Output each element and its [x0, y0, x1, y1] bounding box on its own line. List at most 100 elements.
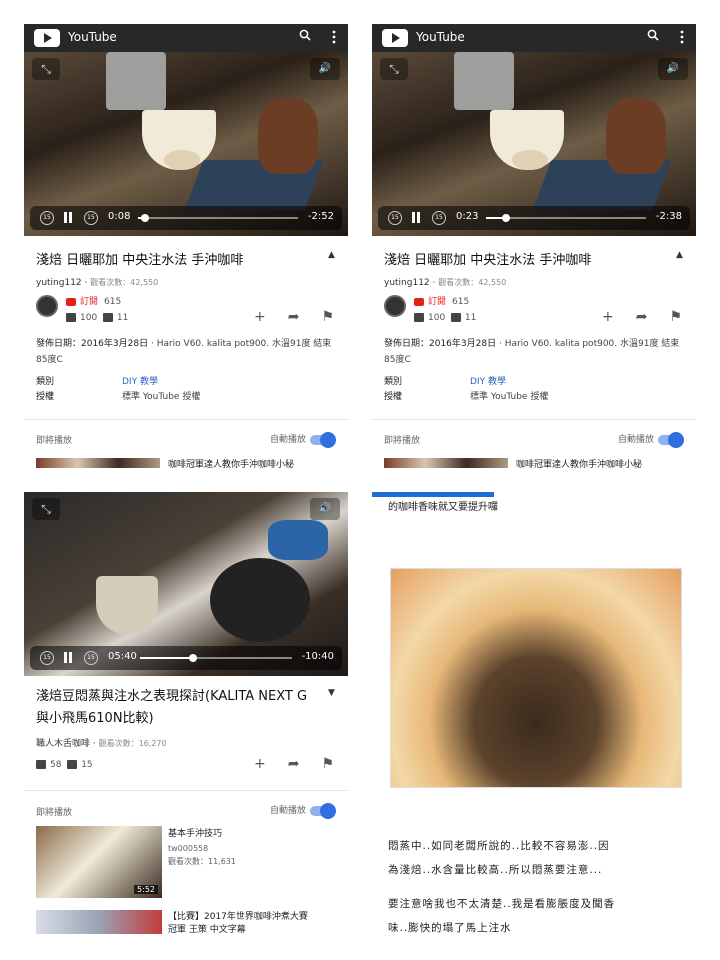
autoplay-toggle[interactable] — [310, 432, 336, 448]
collapse-icon[interactable]: ▲ — [676, 250, 683, 260]
video-frame-grounds — [512, 150, 548, 170]
view-count: 觀看次數：42,550 — [90, 278, 159, 287]
minimize-icon[interactable]: ⤡ — [380, 58, 408, 80]
youtube-small-icon — [414, 297, 424, 306]
next-video-thumbnail[interactable] — [384, 458, 508, 468]
rewind-15-icon[interactable]: 15 — [388, 211, 402, 225]
channel-line: yuting112 · 觀看次數：42,550 — [384, 278, 507, 288]
subscriber-count: 615 — [104, 297, 122, 307]
channel-line: yuting112 · 觀看次數：42,550 — [36, 278, 159, 288]
pause-icon[interactable] — [64, 212, 67, 223]
app-title: YouTube — [68, 30, 117, 44]
related-video-thumbnail[interactable]: 5:52 — [36, 826, 162, 898]
autoplay-toggle[interactable] — [658, 432, 684, 448]
rewind-15-icon[interactable]: 15 — [40, 651, 54, 665]
more-vert-icon[interactable] — [330, 29, 338, 45]
flag-icon[interactable]: ⚑ — [321, 309, 334, 325]
thumbs-down-icon[interactable] — [102, 313, 113, 322]
description: 發佈日期：2016年3月28日 · Hario V60. kalita pot9… — [384, 339, 680, 365]
license-label: 授權 — [36, 392, 55, 402]
avatar[interactable] — [36, 295, 58, 317]
channel-name[interactable]: yuting112 — [36, 278, 82, 288]
youtube-logo-icon[interactable] — [34, 29, 60, 47]
related-video-title-line-1[interactable]: 【比賽】2017年世界咖啡沖煮大賽 — [168, 911, 308, 923]
share-icon[interactable]: ➦ — [636, 309, 648, 325]
search-icon[interactable] — [299, 29, 311, 41]
view-count: 觀看次數：16,270 — [98, 739, 167, 748]
related-video-channel: tw000558 — [168, 844, 209, 853]
time-remaining: -10:40 — [301, 651, 334, 662]
subscribe-button[interactable]: 訂閱 615 — [66, 294, 121, 307]
video-player[interactable]: ⤡ 🔊 15 15 0:23 -2:38 — [372, 52, 696, 236]
minimize-icon[interactable]: ⤡ — [32, 58, 60, 80]
flag-icon[interactable]: ⚑ — [321, 756, 334, 772]
youtube-screen-2: YouTube ⤡ 🔊 15 15 0:23 -2:38 淺焙 日曬耶加 中央注… — [372, 24, 696, 476]
avatar[interactable] — [384, 295, 406, 317]
thumbs-down-icon[interactable] — [67, 760, 78, 769]
add-icon[interactable]: + — [602, 309, 614, 325]
thumbs-up-icon[interactable] — [414, 313, 424, 322]
video-player[interactable]: ⤡ 🔊 15 15 0:08 -2:52 — [24, 52, 348, 236]
youtube-screen-3: ⤡ 🔊 15 15 05:40 -10:40 淺焙豆悶蒸與注水之表現探討(KAL… — [24, 492, 348, 940]
next-video-title[interactable]: 咖啡冠軍達人教你手沖咖啡小秘 — [168, 457, 294, 470]
video-title: 淺焙 日曬耶加 中央注水法 手沖咖啡 — [384, 253, 592, 268]
subscribe-button[interactable]: 訂閱 615 — [414, 294, 469, 307]
volume-icon[interactable]: 🔊 — [658, 58, 688, 80]
share-icon[interactable]: ➦ — [288, 309, 300, 325]
more-vert-icon[interactable] — [678, 29, 686, 45]
thumbs-up-icon[interactable] — [66, 313, 76, 322]
related-video-title[interactable]: 基本手沖技巧 — [168, 828, 222, 840]
seek-knob[interactable] — [141, 214, 150, 222]
video-player[interactable]: ⤡ 🔊 15 15 05:40 -10:40 — [24, 492, 348, 676]
flag-icon[interactable]: ⚑ — [669, 309, 682, 325]
channel-name[interactable]: 職人木舌咖啡 — [36, 739, 90, 749]
action-icons: + ➦ ⚑ — [232, 756, 334, 772]
time-remaining: -2:38 — [655, 211, 682, 222]
category-link[interactable]: DIY 教學 — [470, 377, 506, 387]
seek-bar[interactable] — [138, 214, 298, 222]
pause-icon[interactable] — [412, 212, 415, 223]
seek-knob[interactable] — [502, 214, 511, 222]
paragraph-2-line-2: 味..膨快的塌了馬上注水 — [388, 922, 512, 934]
view-count: 觀看次數：42,550 — [438, 278, 507, 287]
video-frame-dripper — [96, 576, 158, 634]
forward-15-icon[interactable]: 15 — [84, 651, 98, 665]
video-frame-grinder — [454, 52, 514, 110]
video-frame-kettle — [606, 98, 666, 174]
add-icon[interactable]: + — [254, 756, 266, 772]
related-video-title-line-2[interactable]: 冠軍 王策 中文字幕 — [168, 924, 246, 936]
blog-text-top: 的咖啡香味就又要提升囉 — [388, 502, 498, 513]
youtube-logo-icon[interactable] — [382, 29, 408, 47]
volume-icon[interactable]: 🔊 — [310, 58, 340, 80]
channel-name[interactable]: yuting112 — [384, 278, 430, 288]
autoplay-toggle[interactable] — [310, 803, 336, 819]
player-controls: 15 15 0:08 -2:52 — [30, 206, 342, 230]
share-icon[interactable]: ➦ — [288, 756, 300, 772]
thumbs-up-icon[interactable] — [36, 760, 46, 769]
app-top-bar: YouTube — [372, 24, 696, 52]
next-video-title[interactable]: 咖啡冠軍達人教你手沖咖啡小秘 — [516, 457, 642, 470]
expand-icon[interactable]: ▼ — [328, 688, 335, 698]
category-link[interactable]: DIY 教學 — [122, 377, 158, 387]
volume-icon[interactable]: 🔊 — [310, 498, 340, 520]
related-video-thumbnail[interactable] — [36, 910, 162, 934]
like-dislike: 58 15 — [36, 760, 93, 770]
add-icon[interactable]: + — [254, 309, 266, 325]
seek-knob[interactable] — [188, 654, 197, 662]
video-frame-grinder — [106, 52, 166, 110]
thumbs-down-icon[interactable] — [450, 313, 461, 322]
like-count: 100 — [80, 313, 98, 323]
seek-bar[interactable] — [486, 214, 646, 222]
search-icon[interactable] — [647, 29, 659, 41]
time-current: 0:23 — [456, 211, 479, 222]
collapse-icon[interactable]: ▲ — [328, 250, 335, 260]
video-title-line-2: 與小飛馬610N比較) — [36, 711, 154, 726]
pause-icon[interactable] — [64, 652, 67, 663]
seek-bar[interactable] — [140, 654, 292, 662]
next-video-thumbnail[interactable] — [36, 458, 160, 468]
rewind-15-icon[interactable]: 15 — [40, 211, 54, 225]
minimize-icon[interactable]: ⤡ — [32, 498, 60, 520]
forward-15-icon[interactable]: 15 — [84, 211, 98, 225]
up-next-label: 即將播放 — [36, 808, 73, 818]
forward-15-icon[interactable]: 15 — [432, 211, 446, 225]
